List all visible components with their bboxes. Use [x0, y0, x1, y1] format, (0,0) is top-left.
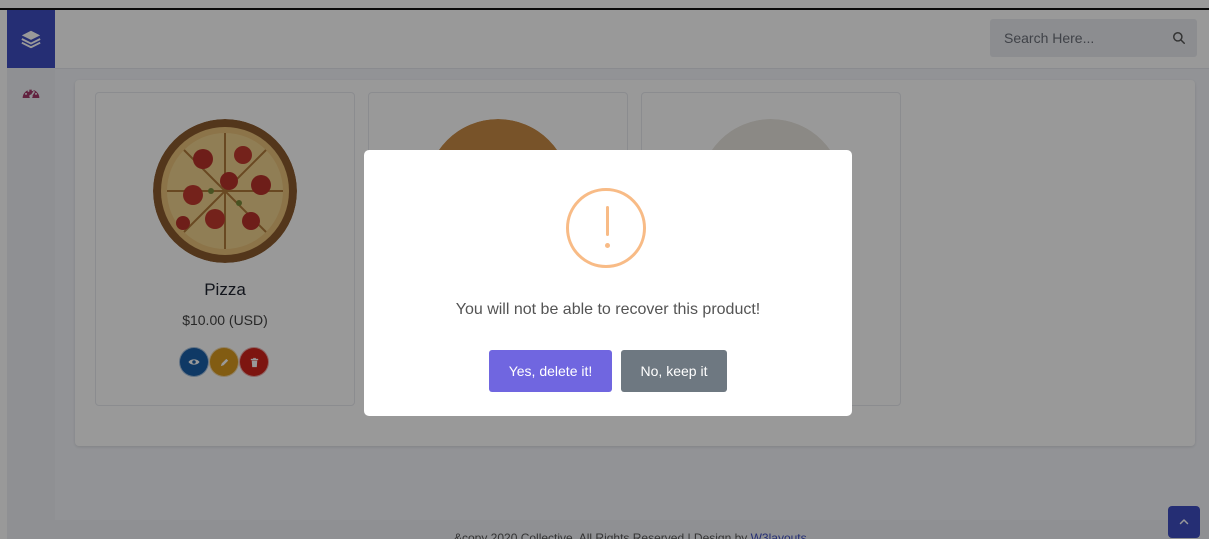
warning-bar — [606, 206, 609, 236]
dialog-message: You will not be able to recover this pro… — [455, 301, 761, 318]
warning-dot — [605, 243, 610, 248]
delete-confirm-dialog: You will not be able to recover this pro… — [364, 150, 852, 416]
cancel-button[interactable]: No, keep it — [621, 350, 727, 392]
app-frame: Pizza $10.00 (USD) — [0, 0, 1209, 539]
confirm-delete-button[interactable]: Yes, delete it! — [489, 350, 612, 392]
exclamation-icon — [566, 188, 646, 268]
